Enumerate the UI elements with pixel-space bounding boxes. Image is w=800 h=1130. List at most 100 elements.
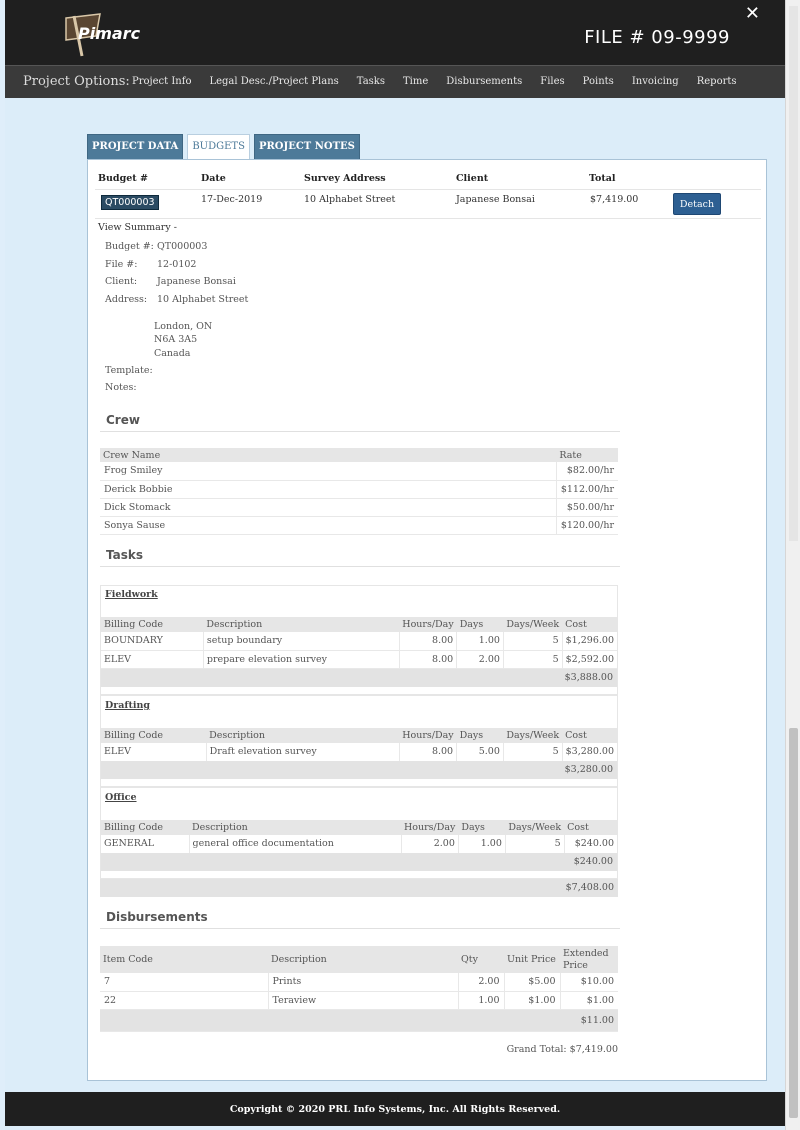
- days: 1.00: [458, 835, 506, 854]
- nav-item-files[interactable]: Files: [531, 76, 573, 87]
- item-code: 22: [100, 991, 269, 1010]
- budget-total: $7,419.00: [590, 194, 639, 205]
- description: Draft elevation survey: [206, 743, 400, 762]
- col-hours-day: Hours/Day: [401, 820, 459, 835]
- col-days-week: Days/Week: [505, 820, 565, 835]
- description: Prints: [268, 973, 459, 992]
- extended-price: $1.00: [560, 991, 618, 1010]
- description: Teraview: [268, 991, 459, 1010]
- item-code: 7: [100, 973, 269, 992]
- disbursements-total: $11.00: [100, 1009, 618, 1032]
- table-row: 22 Teraview 1.00 $1.00 $1.00: [100, 991, 618, 1010]
- tab-budgets[interactable]: BUDGETS: [187, 134, 250, 161]
- table-row: GENERAL general office documentation 2.0…: [101, 835, 617, 854]
- table-row: 7 Prints 2.00 $5.00 $10.00: [100, 973, 618, 992]
- nav-item-points[interactable]: Points: [574, 76, 623, 87]
- nav-item-legal-desc[interactable]: Legal Desc./Project Plans: [200, 76, 347, 87]
- col-days: Days: [456, 728, 504, 743]
- crew-rate: $50.00/hr: [556, 498, 618, 517]
- detach-button[interactable]: Detach: [673, 193, 721, 215]
- days-week: 5: [503, 743, 563, 762]
- col-budget-no: Budget #: [98, 173, 148, 184]
- col-description: Description: [203, 617, 400, 632]
- budget-date: 17-Dec-2019: [201, 194, 263, 205]
- summary-client-label: Client:: [105, 276, 138, 287]
- col-item-code: Item Code: [100, 946, 268, 973]
- crew-col-rate: Rate: [556, 448, 618, 462]
- budgets-panel: Budget # Date Survey Address Client Tota…: [87, 159, 767, 1081]
- summary-file-label: File #:: [105, 259, 138, 270]
- col-unit-price: Unit Price: [504, 946, 560, 973]
- logo-text: Pimarc: [78, 24, 141, 43]
- col-days: Days: [456, 617, 504, 632]
- group-title-drafting: Drafting: [105, 700, 151, 711]
- crew-table: Crew Name Rate Frog Smiley $82.00/hr Deri…: [100, 448, 618, 535]
- summary-address-line1: 10 Alphabet Street: [157, 294, 249, 305]
- tab-project-notes[interactable]: PROJECT NOTES: [253, 134, 360, 160]
- col-description: Description: [206, 728, 400, 743]
- col-price-label: Price: [563, 959, 588, 971]
- nav-item-time[interactable]: Time: [394, 76, 437, 87]
- col-qty: Qty: [458, 946, 504, 973]
- drafting-subtotal: $3,280.00: [101, 761, 617, 779]
- col-date: Date: [201, 173, 226, 184]
- col-hours-day: Hours/Day: [399, 617, 457, 632]
- days: 2.00: [456, 650, 504, 669]
- project-options-nav: Project Options: Project Info Legal Desc…: [5, 65, 785, 98]
- billing-code: GENERAL: [101, 835, 190, 854]
- table-row: Dick Stomack $50.00/hr: [100, 498, 618, 517]
- summary-client-value: Japanese Bonsai: [157, 276, 236, 287]
- nav-item-project-info[interactable]: Project Info: [123, 76, 200, 87]
- drafting-table: Billing Code Description Hours/Day Days …: [101, 728, 617, 762]
- col-description: Description: [268, 946, 458, 973]
- scrollbar-thumb[interactable]: [789, 728, 798, 1118]
- crew-name: Frog Smiley: [100, 462, 557, 481]
- scrollbar-track-upper: [789, 6, 798, 541]
- view-summary-link[interactable]: View Summary -: [98, 222, 177, 233]
- col-days-week: Days/Week: [503, 617, 563, 632]
- budget-row: QT000003 17-Dec-2019 10 Alphabet Street …: [95, 190, 761, 219]
- days: 5.00: [456, 743, 504, 762]
- days-week: 5: [503, 632, 563, 651]
- col-description: Description: [189, 820, 401, 835]
- col-billing-code: Billing Code: [101, 728, 207, 743]
- budget-number-badge[interactable]: QT000003: [101, 195, 159, 210]
- summary-budget-value: QT000003: [157, 241, 208, 252]
- description: setup boundary: [203, 632, 400, 651]
- tasks-divider: [100, 566, 620, 567]
- billing-code: BOUNDARY: [101, 632, 204, 651]
- table-row: BOUNDARY setup boundary 8.00 1.00 5 $1,2…: [101, 632, 617, 651]
- col-billing-code: Billing Code: [101, 820, 189, 835]
- disbursements-title: Disbursements: [106, 910, 208, 924]
- tasks-title: Tasks: [106, 548, 144, 562]
- hours-day: 8.00: [399, 632, 458, 651]
- close-icon[interactable]: ✕: [745, 3, 760, 24]
- billing-code: ELEV: [101, 743, 207, 762]
- scrollbar[interactable]: [785, 0, 800, 1130]
- nav-item-reports[interactable]: Reports: [688, 76, 746, 87]
- crew-col-name: Crew Name: [100, 448, 557, 462]
- col-days-week: Days/Week: [503, 728, 563, 743]
- col-hours-day: Hours/Day: [399, 728, 457, 743]
- description: prepare elevation survey: [203, 650, 400, 669]
- cost: $1,296.00: [562, 632, 617, 651]
- crew-name: Derick Bobbie: [100, 480, 557, 499]
- days: 1.00: [456, 632, 504, 651]
- col-days: Days: [458, 820, 506, 835]
- tab-bar: PROJECT DATA BUDGETS PROJECT NOTES: [87, 134, 364, 161]
- nav-item-tasks[interactable]: Tasks: [348, 76, 394, 87]
- crew-rate: $112.00/hr: [556, 480, 618, 499]
- disbursements-table: Item Code Description Qty Unit Price Ext…: [100, 946, 618, 1032]
- nav-item-disbursements[interactable]: Disbursements: [437, 76, 531, 87]
- nav-item-invoicing[interactable]: Invoicing: [623, 76, 688, 87]
- cost: $3,280.00: [562, 743, 617, 762]
- table-row: ELEV Draft elevation survey 8.00 5.00 5 …: [101, 743, 617, 762]
- tab-project-data[interactable]: PROJECT DATA: [87, 134, 184, 160]
- table-row: Derick Bobbie $112.00/hr: [100, 480, 618, 499]
- group-title-office: Office: [105, 792, 137, 803]
- budget-table: Budget # Date Survey Address Client Tota…: [95, 168, 761, 219]
- summary-address-line2: London, ON: [154, 321, 213, 332]
- table-row: ELEV prepare elevation survey 8.00 2.00 …: [101, 650, 617, 669]
- crew-title: Crew: [106, 413, 140, 427]
- cost: $2,592.00: [562, 650, 617, 669]
